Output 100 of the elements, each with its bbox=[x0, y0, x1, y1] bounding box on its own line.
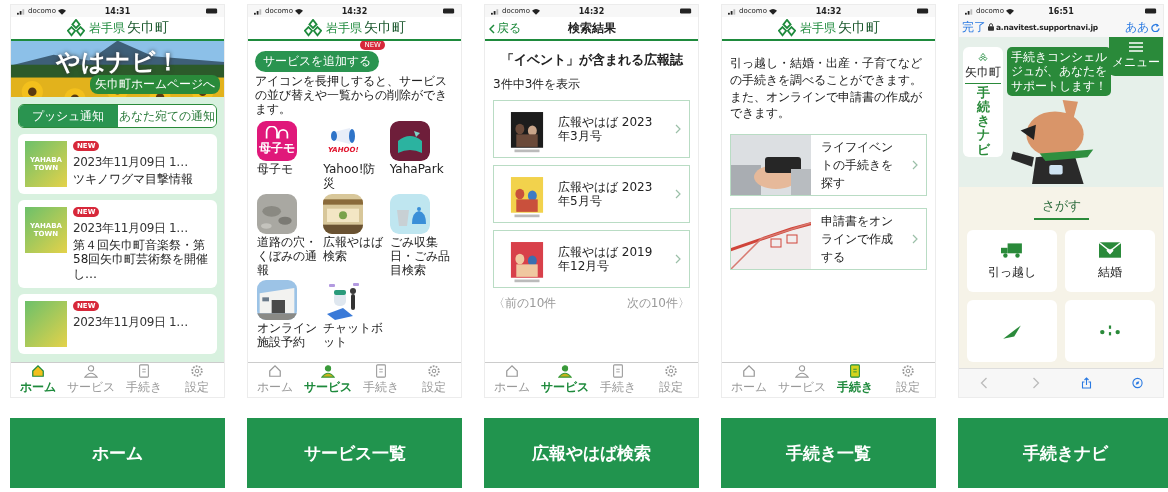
nav-tab[interactable]: ホーム bbox=[11, 363, 65, 397]
category-tile[interactable]: 結婚 bbox=[1065, 230, 1155, 292]
text-size-button[interactable]: ああ bbox=[1125, 18, 1149, 36]
battery-icon bbox=[917, 8, 929, 14]
notice-date: 2023年11月09日 1… bbox=[73, 220, 188, 237]
caption-banner: 広報やはば検索 bbox=[484, 418, 699, 488]
document-icon bbox=[611, 364, 626, 378]
gear-icon bbox=[901, 364, 916, 378]
battery-icon bbox=[680, 8, 692, 14]
nav-tab[interactable]: ホーム bbox=[722, 363, 776, 397]
tab[interactable]: あなた宛ての通知 bbox=[117, 105, 216, 127]
chevron-left-icon bbox=[489, 23, 495, 34]
app-icon[interactable]: 母子モ bbox=[257, 121, 297, 162]
nav-tab[interactable]: サービス bbox=[301, 363, 355, 397]
truck-icon bbox=[1001, 241, 1023, 258]
banner-title: やはナビ！ bbox=[55, 47, 180, 78]
home-icon bbox=[30, 364, 45, 378]
service-label: 広報やはば検索 bbox=[323, 236, 385, 264]
service-label: ごみ収集日・ごみ品目検索 bbox=[389, 236, 451, 278]
envelope-icon bbox=[1099, 241, 1121, 258]
back-button[interactable]: 戻る bbox=[489, 20, 521, 37]
home-icon bbox=[267, 364, 282, 378]
figures-icon bbox=[264, 125, 290, 139]
category-tile[interactable]: 引っ越し bbox=[967, 230, 1057, 292]
service-label: 道路の穴・くぼみの通報 bbox=[257, 236, 318, 278]
result-card[interactable]: 広報やはば 2023年3月号 bbox=[493, 100, 690, 158]
nav-tab[interactable]: 手続き bbox=[591, 363, 645, 397]
battery-icon bbox=[443, 8, 455, 14]
wifi-icon bbox=[294, 7, 303, 15]
caption-banner: ホーム bbox=[10, 418, 225, 488]
issue-title: 広報やはば 2023年3月号 bbox=[558, 114, 654, 144]
emblem-icon bbox=[66, 19, 85, 37]
procedure-card[interactable]: ライフイベントの手続きを探す bbox=[730, 134, 927, 197]
status-time: 14:31 bbox=[104, 6, 131, 16]
previous-page-link[interactable]: 〈前の10件 bbox=[493, 295, 557, 312]
category-tile[interactable] bbox=[1065, 300, 1155, 362]
menu-button[interactable]: メニュー bbox=[1109, 37, 1163, 76]
nav-tab[interactable]: 設定 bbox=[881, 363, 935, 397]
nav-tab[interactable]: 設定 bbox=[170, 363, 224, 397]
app-icon-text: 母子モ bbox=[259, 139, 295, 157]
service-label: Yahoo!防災 bbox=[323, 163, 377, 191]
nav-tab[interactable]: 設定 bbox=[644, 363, 698, 397]
nav-tab[interactable]: 手続き bbox=[354, 363, 408, 397]
home-icon bbox=[504, 364, 519, 378]
book-app-icon[interactable] bbox=[389, 121, 430, 162]
signal-icon bbox=[965, 7, 974, 15]
person-icon bbox=[320, 364, 335, 378]
town-logo-thumbnail bbox=[25, 301, 67, 348]
town-name: 矢巾町 bbox=[363, 19, 406, 37]
notice-date: 2023年11月09日 1… bbox=[73, 154, 188, 171]
intro-text: 引っ越し・結婚・出産・子育てなどの手続きを調べることができます。また、オンラインで申請書の作成ができます。 bbox=[730, 55, 923, 123]
service-label: 母子モ bbox=[257, 163, 294, 178]
compass-icon[interactable] bbox=[1132, 377, 1143, 389]
procedure-card[interactable]: 申請書をオンラインで作成する bbox=[730, 208, 927, 271]
notice-title: ツキノワグマ目撃情報 bbox=[73, 172, 194, 187]
result-card[interactable]: 広報やはば 2023年5月号 bbox=[493, 165, 690, 223]
caption-banner: 手続き一覧 bbox=[721, 418, 936, 488]
lock-icon bbox=[988, 23, 994, 31]
chevron-right-icon bbox=[912, 160, 918, 171]
battery-icon bbox=[1145, 8, 1157, 14]
result-card[interactable]: 広報やはば 2019年12月号 bbox=[493, 230, 690, 288]
status-time: 14:32 bbox=[815, 6, 842, 16]
signal-icon bbox=[491, 7, 500, 15]
home-icon bbox=[741, 364, 756, 378]
nav-tab[interactable]: ホーム bbox=[485, 363, 539, 397]
document-icon bbox=[374, 364, 389, 378]
document-icon bbox=[848, 364, 863, 378]
nav-tab[interactable]: 設定 bbox=[407, 363, 461, 397]
nav-tab[interactable]: 手続き bbox=[828, 363, 882, 397]
trash-bin-icon[interactable] bbox=[389, 194, 430, 234]
issue-title: 広報やはば 2023年5月号 bbox=[558, 179, 654, 209]
caption-banner: 手続きナビ bbox=[958, 418, 1168, 488]
wifi-icon bbox=[1005, 7, 1014, 15]
nav-tab[interactable]: ホーム bbox=[248, 363, 302, 397]
category-tile[interactable] bbox=[967, 300, 1057, 362]
nav-tab[interactable]: サービス bbox=[775, 363, 829, 397]
person-icon bbox=[83, 364, 98, 378]
chevron-right-icon bbox=[675, 254, 681, 264]
next-page-link[interactable]: 次の10件〉 bbox=[626, 295, 690, 312]
hint-text: アイコンを長押しすると、サービスの並び替えや一覧からの削除ができます。 bbox=[255, 75, 448, 117]
results-heading: 「イベント」が含まれる広報誌 bbox=[499, 51, 684, 69]
notice-date: 2023年11月09日 1… bbox=[73, 314, 188, 332]
town-name: 矢巾町 bbox=[965, 63, 1001, 84]
section-title: さがす bbox=[1033, 197, 1089, 220]
chevron-right-icon bbox=[675, 189, 681, 199]
nav-tab[interactable]: サービス bbox=[64, 363, 118, 397]
done-link[interactable]: 完了 bbox=[962, 18, 986, 36]
nav-tab[interactable]: サービス bbox=[538, 363, 592, 397]
tab[interactable]: プッシュ通知 bbox=[19, 105, 118, 127]
document-icon bbox=[137, 364, 152, 378]
emblem-icon bbox=[975, 53, 991, 62]
nav-tab[interactable]: 手続き bbox=[117, 363, 171, 397]
homepage-link[interactable]: 矢巾町ホームページへ bbox=[90, 75, 220, 94]
wifi-icon bbox=[57, 7, 66, 15]
reload-icon[interactable] bbox=[1151, 22, 1160, 32]
share-icon[interactable] bbox=[1081, 377, 1092, 389]
emblem-icon bbox=[303, 19, 322, 37]
add-service-button[interactable]: サービスを追加する bbox=[255, 51, 379, 72]
gear-icon bbox=[190, 364, 205, 378]
wifi-icon bbox=[531, 7, 540, 15]
